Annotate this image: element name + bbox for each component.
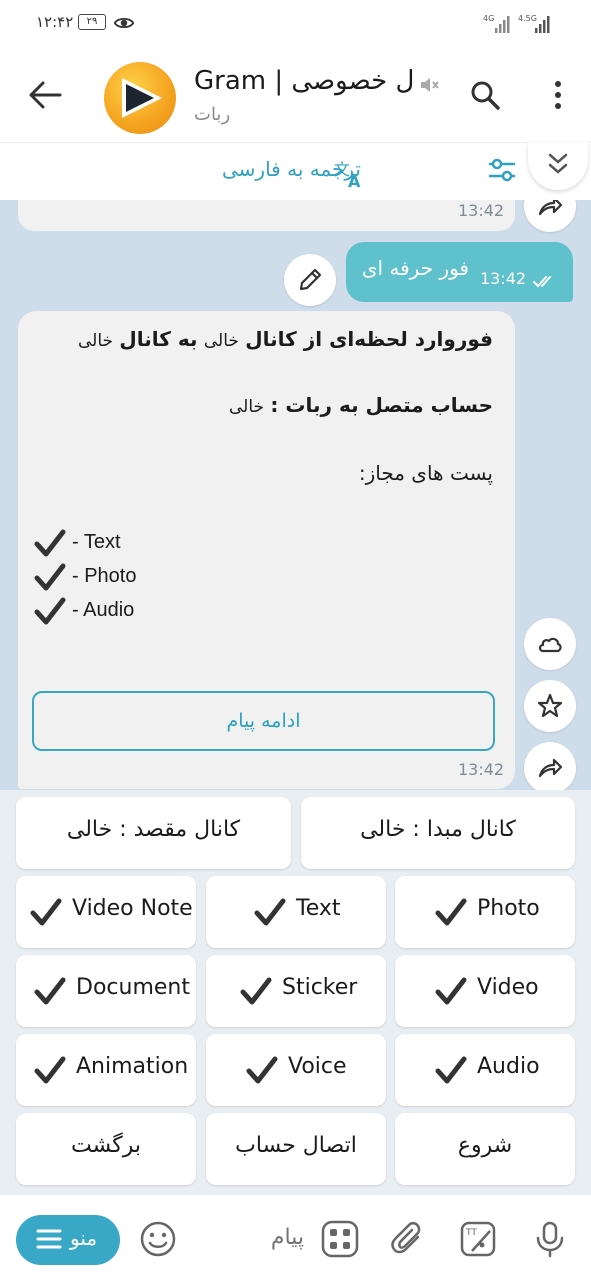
search-icon[interactable] (468, 78, 502, 112)
previous-message-bubble[interactable]: 13:42 (18, 200, 515, 231)
outgoing-message-time: 13:42 (480, 269, 527, 288)
svg-text:A: A (348, 172, 361, 189)
share-button-2[interactable] (524, 742, 576, 794)
type-video-button[interactable]: Video (395, 955, 575, 1027)
bot-menu-button[interactable]: منو (16, 1215, 120, 1265)
translate-icon[interactable]: 文 A (332, 159, 366, 189)
type-animation-button[interactable]: Animation (16, 1034, 196, 1106)
connect-account-button[interactable]: اتصال حساب (206, 1113, 386, 1185)
muted-icon (421, 78, 439, 92)
check-icon (435, 1056, 467, 1084)
translate-settings-icon[interactable] (486, 154, 518, 186)
hamburger-icon (36, 1229, 62, 1249)
status-time: ۱۲:۴۲ (36, 13, 74, 31)
outgoing-message-bubble[interactable]: فور حرفه ای (346, 242, 573, 302)
check-icon (435, 898, 467, 926)
check-icon (34, 1056, 66, 1084)
type-audio-button[interactable]: Audio (395, 1034, 575, 1106)
menu-label: منو (70, 1226, 98, 1250)
double-chevron-down-icon (548, 153, 568, 174)
back-keyboard-button[interactable]: برگشت (16, 1113, 196, 1185)
start-button[interactable]: شروع (395, 1113, 575, 1185)
share-arrow-icon (538, 758, 563, 778)
forward-label: فوروارد لحظه‌ای از کانال (245, 327, 493, 351)
line-account-info: حساب متصل به ربات : خالی (229, 393, 493, 417)
message-input[interactable] (194, 1217, 304, 1257)
type-photo-button[interactable]: Photo (395, 876, 575, 948)
microphone-icon[interactable] (530, 1219, 570, 1259)
composer-bar: منو TT (0, 1195, 591, 1280)
bot-message-bubble[interactable]: فوروارد لحظه‌ای از کانال خالی به کانال خ… (18, 311, 515, 789)
network-type-1: 4G (483, 14, 495, 23)
source-channel-value: خالی (203, 331, 239, 351)
save-to-cloud-button[interactable] (524, 618, 576, 670)
emoji-icon[interactable] (138, 1219, 178, 1259)
dest-channel-button[interactable]: کانال مقصد : خالی (16, 797, 291, 869)
bot-keyboard: کانال مبدا : خالی کانال مقصد : خالی Phot… (0, 790, 591, 1195)
bot-message-time: 13:42 (458, 760, 505, 779)
network-type-2: 4.5G (518, 14, 537, 23)
type-voice-button[interactable]: Voice (206, 1034, 386, 1106)
pencil-icon (299, 268, 322, 291)
back-arrow-icon[interactable] (26, 76, 64, 114)
bot-avatar[interactable] (104, 62, 176, 134)
allowed-posts-heading: پست های مجاز: (358, 461, 493, 485)
account-value: خالی (228, 397, 265, 417)
message-time: 13:42 (458, 201, 505, 220)
check-icon (30, 898, 62, 926)
eye-icon (113, 17, 135, 29)
outgoing-message-text: فور حرفه ای (361, 256, 469, 280)
attach-icon[interactable] (388, 1219, 428, 1259)
stickers-icon[interactable]: TT (458, 1219, 498, 1259)
share-arrow-icon (538, 200, 563, 216)
check-icon (34, 977, 66, 1005)
check-icon (246, 1056, 278, 1084)
share-button-1[interactable] (524, 200, 576, 232)
source-channel-button[interactable]: کانال مبدا : خالی (301, 797, 575, 869)
dest-channel-value: خالی (77, 331, 114, 351)
line-forward-info: فوروارد لحظه‌ای از کانال خالی به کانال خ… (78, 327, 493, 351)
cloud-icon (538, 637, 562, 653)
status-bar: ۱۲:۴۲ ۲۹ 4G 4.5G (0, 0, 591, 48)
svg-text:TT: TT (465, 1228, 477, 1238)
check-icon (435, 977, 467, 1005)
play-logo-icon (122, 78, 162, 118)
type-sticker-button[interactable]: Sticker (206, 955, 386, 1027)
type-video-note-button[interactable]: Video Note (16, 876, 196, 948)
dest-label: به کانال (119, 327, 198, 351)
account-label: حساب متصل به ربات : (270, 393, 493, 417)
continue-message-button[interactable]: ادامه پیام (32, 691, 495, 751)
bot-commands-icon[interactable] (320, 1219, 360, 1259)
chat-header: Gram | ل خصوصی ربات (0, 48, 591, 142)
edit-message-button[interactable] (284, 254, 336, 306)
type-document-button[interactable]: Document (16, 955, 196, 1027)
type-text-button[interactable]: Text (206, 876, 386, 948)
check-icon (34, 597, 66, 625)
star-icon (537, 693, 563, 718)
chat-subtitle: ربات (194, 104, 231, 125)
status-badge: ۲۹ (78, 14, 106, 30)
check-icon (240, 977, 272, 1005)
check-icon (34, 563, 66, 591)
check-icon (34, 529, 66, 557)
check-icon (254, 898, 286, 926)
more-options-icon[interactable] (545, 76, 571, 114)
double-check-icon (533, 276, 551, 288)
chat-title[interactable]: Gram | ل خصوصی (194, 66, 444, 100)
favorite-button[interactable] (524, 680, 576, 732)
